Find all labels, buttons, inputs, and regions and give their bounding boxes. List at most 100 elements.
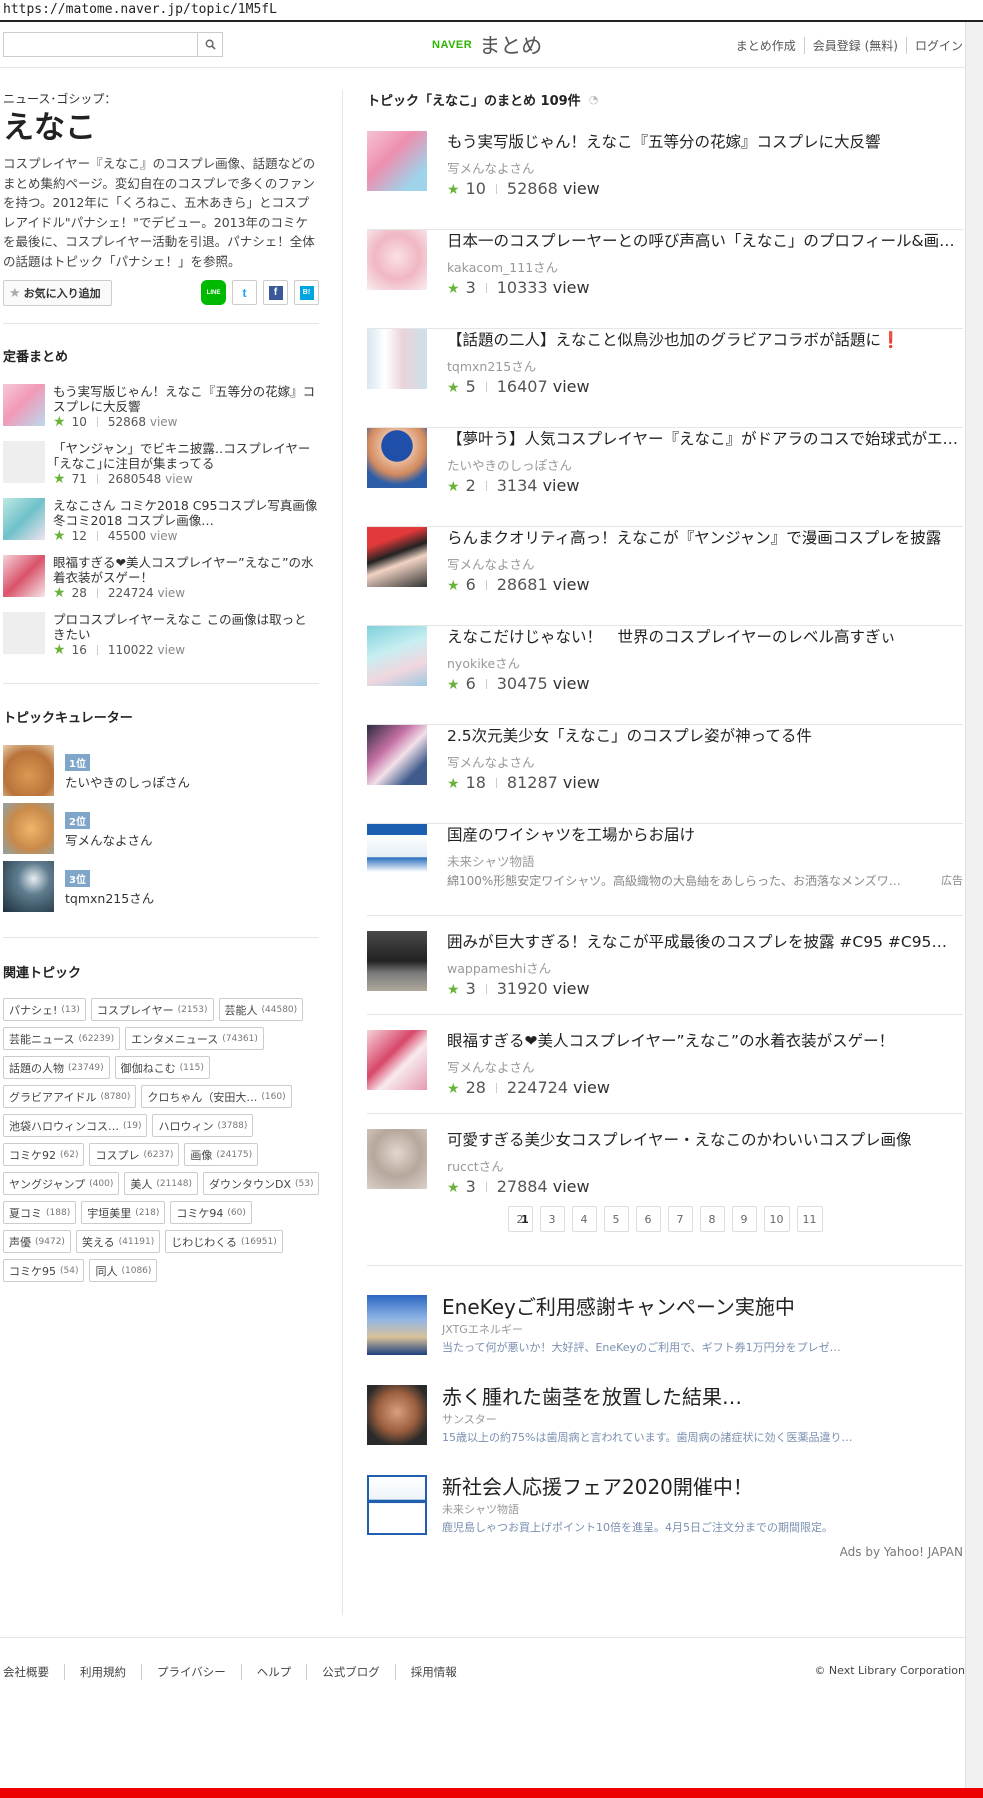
matome-item[interactable]: 【話題の二人】えなこと似鳥沙也加のグラビアコラボが話題に❗ tqmxn215さん… <box>367 329 963 428</box>
footer-link-terms[interactable]: 利用規約 <box>64 1664 141 1680</box>
vertical-scrollbar[interactable] <box>965 22 983 1788</box>
thumbnail <box>367 931 427 991</box>
view-count: 81287 <box>506 773 558 792</box>
footer-link-blog[interactable]: 公式ブログ <box>306 1664 395 1680</box>
footer-link-company[interactable]: 会社概要 <box>3 1664 64 1680</box>
ad-item[interactable]: EneKeyご利用感謝キャンペーン実施中 JXTGエネルギー 当たって何が悪いか… <box>367 1295 963 1357</box>
view-count: 52868 <box>107 415 147 429</box>
rss-icon[interactable]: ◔ <box>589 93 599 106</box>
standard-item[interactable]: 眼福すぎる❤美人コスプレイヤー”えなこ”の水着衣装がスゲー！ ★ 28 224724… <box>3 555 319 601</box>
hatena-bookmark-icon: B! <box>299 285 314 300</box>
matome-author[interactable]: tqmxn215さん <box>447 356 536 375</box>
page-link[interactable]: 8 <box>699 1206 725 1232</box>
standard-item[interactable]: 「ヤンジャン」でビキニ披露‥コスプレイヤー｢えなこ｣に注目が集まってる ★ 71 2… <box>3 441 319 487</box>
related-tag[interactable]: じわじわくる (16951) <box>165 1230 283 1253</box>
tag-name: コスプレイヤー <box>96 1003 174 1017</box>
matome-item[interactable]: 囲みが巨大すぎる！えなこが平成最後のコスプレを披露 #C95 #C95コス… w… <box>367 916 963 1015</box>
search-button[interactable] <box>197 33 222 56</box>
ad-item[interactable]: 赤く腫れた歯茎を放置した結果… サンスター 15歳以上の約75%は歯周病と言われ… <box>367 1385 963 1447</box>
related-tag[interactable]: コミケ92 (62) <box>3 1143 85 1166</box>
related-tag[interactable]: ハロウィン (3788) <box>152 1114 254 1137</box>
matome-author[interactable]: 写メんなよさん <box>447 1057 535 1076</box>
matome-author[interactable]: nyokikeさん <box>447 653 520 672</box>
matome-author[interactable]: 写メんなよさん <box>447 554 535 573</box>
star-icon: ★ <box>53 642 66 658</box>
matome-author[interactable]: 写メんなよさん <box>447 158 535 177</box>
curator-item[interactable]: 1位 たいやきのしっぽさん <box>3 745 319 796</box>
ad-item[interactable]: 新社会人応援フェア2020開催中！ 未来シャツ物語 鹿児島しゃつお買上げポイント… <box>367 1475 963 1537</box>
footer-link-privacy[interactable]: プライバシー <box>141 1664 241 1680</box>
matome-item[interactable]: 2.5次元美少女「えなこ」のコスプレ姿が神ってる件 写メんなよさん ★ 18 812… <box>367 725 963 824</box>
related-tag[interactable]: 御伽ねこむ (115) <box>114 1056 210 1079</box>
nav-login[interactable]: ログイン <box>905 37 963 54</box>
standard-item[interactable]: プロコスプレイヤーえなこ この画像は取っときたい ★ 16 110022 view <box>3 612 319 658</box>
related-tag[interactable]: 芸能ニュース (62239) <box>3 1027 121 1050</box>
related-tag[interactable]: 声優 (9472) <box>3 1230 71 1253</box>
ad-title: 国産のワイシャツを工場からお届け <box>447 826 696 844</box>
topic-actions: ★ お気に入り追加 LINE t f B! <box>3 280 319 308</box>
matome-item[interactable]: もう実写版じゃん！えなこ『五等分の花嫁』コスプレに大反響 写メんなよさん ★ 10… <box>367 131 963 230</box>
matome-item[interactable]: えなこだけじゃない！ 世界のコスプレイヤーのレベル高すぎぃ nyokikeさん … <box>367 626 963 725</box>
related-tag[interactable]: 画像 (24175) <box>184 1143 259 1166</box>
ads-by-yahoo[interactable]: Ads by Yahoo! JAPAN <box>840 1545 963 1559</box>
matome-author[interactable]: たいやきのしっぽさん <box>447 455 572 474</box>
page-link-current[interactable]: 1 <box>367 1206 683 1232</box>
search-input[interactable] <box>4 33 197 56</box>
matome-item[interactable]: 【夢叶う】人気コスプレイヤー『えなこ』がドアラのコスで始球式がエモ… たいやきの… <box>367 428 963 527</box>
search-icon <box>205 39 216 50</box>
related-tag[interactable]: 宇垣美里 (218) <box>81 1201 166 1224</box>
matome-item[interactable]: らんまクオリティ高っ！えなこが『ヤンジャン』で漫画コスプレを披露 写メんなよさん… <box>367 527 963 626</box>
sponsored-item[interactable]: 国産のワイシャツを工場からお届け 未来シャツ物語 綿100%形態安定ワイシャツ。… <box>367 824 963 916</box>
related-tag[interactable]: ダウンタウンDX (53) <box>202 1172 320 1195</box>
matome-author[interactable]: rucctさん <box>447 1156 504 1175</box>
nav-register[interactable]: 会員登録 (無料) <box>803 37 906 54</box>
related-tag[interactable]: 夏コミ (188) <box>3 1201 77 1224</box>
related-tag[interactable]: ヤングジャンプ (400) <box>3 1172 120 1195</box>
related-tag[interactable]: コスプレ (6237) <box>89 1143 180 1166</box>
matome-item[interactable]: 可愛すぎる美少女コスプレイヤー・えなこのかわいいコスプレ画像 rucctさん ★… <box>367 1114 963 1196</box>
page-link[interactable]: 10 <box>763 1206 790 1232</box>
curator-item[interactable]: 2位 写メんなよさん <box>3 803 319 854</box>
page-link[interactable]: 11 <box>796 1206 823 1232</box>
matome-item[interactable]: 眼福すぎる❤美人コスプレイヤー”えなこ”の水着衣装がスゲー！ 写メんなよさん ★… <box>367 1015 963 1114</box>
related-tag[interactable]: 池袋ハロウィンコス… (19) <box>3 1114 148 1137</box>
matome-author[interactable]: kakacom_111さん <box>447 257 558 276</box>
hatena-share-button[interactable]: B! <box>294 280 319 305</box>
page-link[interactable]: 9 <box>731 1206 757 1232</box>
topic-category[interactable]: ニュース･ゴシップ： <box>3 90 319 107</box>
related-tag[interactable]: コミケ94 (60) <box>170 1201 252 1224</box>
fav-count: 3 <box>465 1177 476 1196</box>
nav-create-matome[interactable]: まとめ作成 <box>728 37 804 54</box>
view-label: view <box>552 377 590 396</box>
standard-item[interactable]: もう実写版じゃん！えなこ『五等分の花嫁』コスプレに大反響 ★ 10 52868 vi… <box>3 384 319 430</box>
related-tag[interactable]: 話題の人物 (23749) <box>3 1056 110 1079</box>
related-tag[interactable]: パナシェ! (13) <box>3 998 86 1021</box>
related-tag[interactable]: 美人 (21148) <box>124 1172 198 1195</box>
address-bar[interactable]: https://matome.naver.jp/topic/1M5fL <box>0 0 983 22</box>
view-label: view <box>149 529 178 543</box>
related-tag[interactable]: エンタメニュース (74361) <box>125 1027 264 1050</box>
related-tag[interactable]: クロちゃん（安田大… (160) <box>141 1085 292 1108</box>
facebook-share-button[interactable]: f <box>263 280 288 305</box>
related-tag[interactable]: コスプレイヤー (2153) <box>90 998 214 1021</box>
matome-author[interactable]: 写メんなよさん <box>447 752 535 771</box>
item-meta: ★ 10 52868 view <box>447 179 600 198</box>
fav-count: 3 <box>465 979 476 998</box>
footer-link-help[interactable]: ヘルプ <box>240 1664 307 1680</box>
fav-count: 2 <box>465 476 476 495</box>
footer-link-careers[interactable]: 採用情報 <box>394 1664 472 1680</box>
matome-author[interactable]: wappameshiさん <box>447 958 551 977</box>
add-favorite-button[interactable]: ★ お気に入り追加 <box>3 280 112 306</box>
curator-item[interactable]: 3位 tqmxn215さん <box>3 861 319 912</box>
line-share-button[interactable]: LINE <box>201 280 226 305</box>
standard-item[interactable]: えなこさん コミケ2018 C95コスプレ写真画像 冬コミ2018 コスプレ画像… <box>3 498 319 544</box>
related-tag[interactable]: グラビアアイドル (8780) <box>3 1085 137 1108</box>
curator-name: 写メんなよさん <box>65 833 153 848</box>
site-logo[interactable]: NAVER まとめ <box>432 30 542 60</box>
related-tag[interactable]: 笑える (41191) <box>75 1230 161 1253</box>
related-tag[interactable]: 芸能人 (44580) <box>218 998 304 1021</box>
related-tag[interactable]: コミケ95 (54) <box>3 1259 85 1282</box>
topic-title: えなこ <box>3 110 96 146</box>
related-tag[interactable]: 同人 (1086) <box>89 1259 158 1282</box>
twitter-share-button[interactable]: t <box>232 280 257 305</box>
